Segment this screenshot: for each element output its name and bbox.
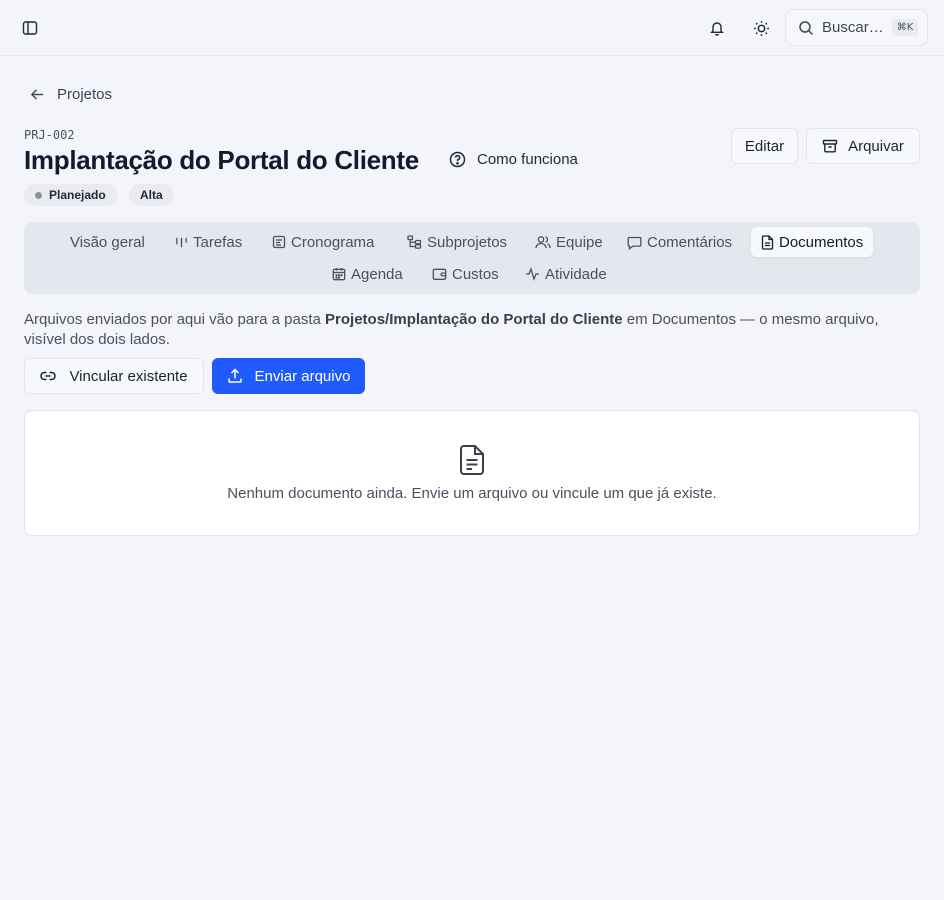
comment-icon: [627, 235, 642, 250]
folder-path: Projetos/Implantação do Portal do Client…: [325, 311, 623, 328]
how-it-works-label: Como funciona: [477, 151, 578, 168]
link-existing-button[interactable]: Vincular existente: [24, 358, 204, 394]
tab-equipe[interactable]: Equipe: [525, 227, 613, 257]
activity-icon: [525, 267, 540, 281]
tab-label: Atividade: [545, 265, 607, 283]
tab-label: Custos: [452, 265, 499, 283]
tab-visao-geral[interactable]: Visão geral: [60, 227, 155, 257]
back-link-label: Projetos: [57, 86, 113, 103]
theme-sun-icon[interactable]: [747, 14, 775, 42]
archive-box-icon: [822, 138, 838, 154]
timeline-icon: [272, 235, 286, 249]
search-input[interactable]: Buscar… ⌘K: [785, 9, 928, 46]
status-label: Planejado: [49, 188, 106, 202]
tab-label: Documentos: [779, 233, 864, 251]
edit-button[interactable]: Editar: [731, 128, 798, 164]
description-text: Arquivos enviados por aqui vão para a pa…: [24, 311, 326, 328]
tab-comentarios[interactable]: Comentários: [617, 227, 742, 257]
tab-tarefas[interactable]: Tarefas: [165, 227, 252, 257]
tab-label: Visão geral: [70, 233, 145, 251]
tab-documentos[interactable]: Documentos: [751, 227, 874, 257]
project-code: PRJ-002: [24, 128, 75, 142]
tab-label: Equipe: [556, 233, 603, 251]
calendar-icon: [332, 267, 346, 281]
tab-atividade[interactable]: Atividade: [515, 259, 617, 289]
tab-custos[interactable]: Custos: [422, 259, 509, 289]
search-placeholder: Buscar…: [822, 19, 884, 36]
tab-label: Tarefas: [193, 233, 243, 251]
documents-empty-card: Nenhum documento ainda. Envie um arquivo…: [24, 410, 920, 536]
project-tabs: Visão geral Tarefas Cronograma Subprojet…: [24, 222, 920, 294]
search-icon: [798, 20, 814, 36]
tab-cronograma[interactable]: Cronograma: [262, 227, 384, 257]
help-circle-icon: [449, 151, 466, 168]
wallet-icon: [432, 267, 447, 281]
tab-label: Comentários: [647, 233, 733, 251]
status-badge: Planejado: [24, 184, 117, 206]
file-text-icon: [459, 444, 485, 476]
upload-icon: [227, 368, 243, 384]
back-link[interactable]: Projetos: [30, 86, 112, 103]
top-bar: Buscar… ⌘K: [0, 0, 944, 56]
status-dot: [35, 191, 42, 199]
priority-label: Alta: [140, 188, 163, 202]
empty-state-message: Nenhum documento ainda. Envie um arquivo…: [227, 485, 717, 502]
documents-description: Arquivos enviados por aqui vão para a pa…: [24, 310, 920, 350]
subprojects-icon: [407, 235, 422, 249]
edit-button-label: Editar: [744, 137, 785, 155]
arrow-left-icon: [30, 87, 45, 102]
upload-file-button[interactable]: Enviar arquivo: [212, 358, 365, 394]
tab-label: Subprojetos: [427, 233, 508, 251]
search-shortcut: ⌘K: [891, 19, 919, 36]
page-title: Implantação do Portal do Cliente: [24, 145, 419, 175]
document-icon: [761, 234, 774, 250]
notifications-bell-icon[interactable]: [703, 14, 731, 42]
tab-subprojetos[interactable]: Subprojetos: [397, 227, 517, 257]
archive-button[interactable]: Arquivar: [806, 128, 920, 164]
kanban-icon: [175, 236, 188, 249]
upload-file-label: Enviar arquivo: [254, 367, 351, 385]
sidebar-toggle-icon[interactable]: [16, 14, 44, 42]
link-icon: [40, 368, 57, 384]
how-it-works-button[interactable]: Como funciona: [449, 151, 578, 168]
tab-label: Cronograma: [291, 233, 375, 251]
priority-badge: Alta: [129, 184, 174, 206]
link-existing-label: Vincular existente: [69, 367, 188, 385]
users-icon: [535, 235, 551, 249]
tab-agenda[interactable]: Agenda: [322, 259, 413, 289]
tab-label: Agenda: [351, 265, 403, 283]
archive-button-label: Arquivar: [848, 137, 904, 155]
